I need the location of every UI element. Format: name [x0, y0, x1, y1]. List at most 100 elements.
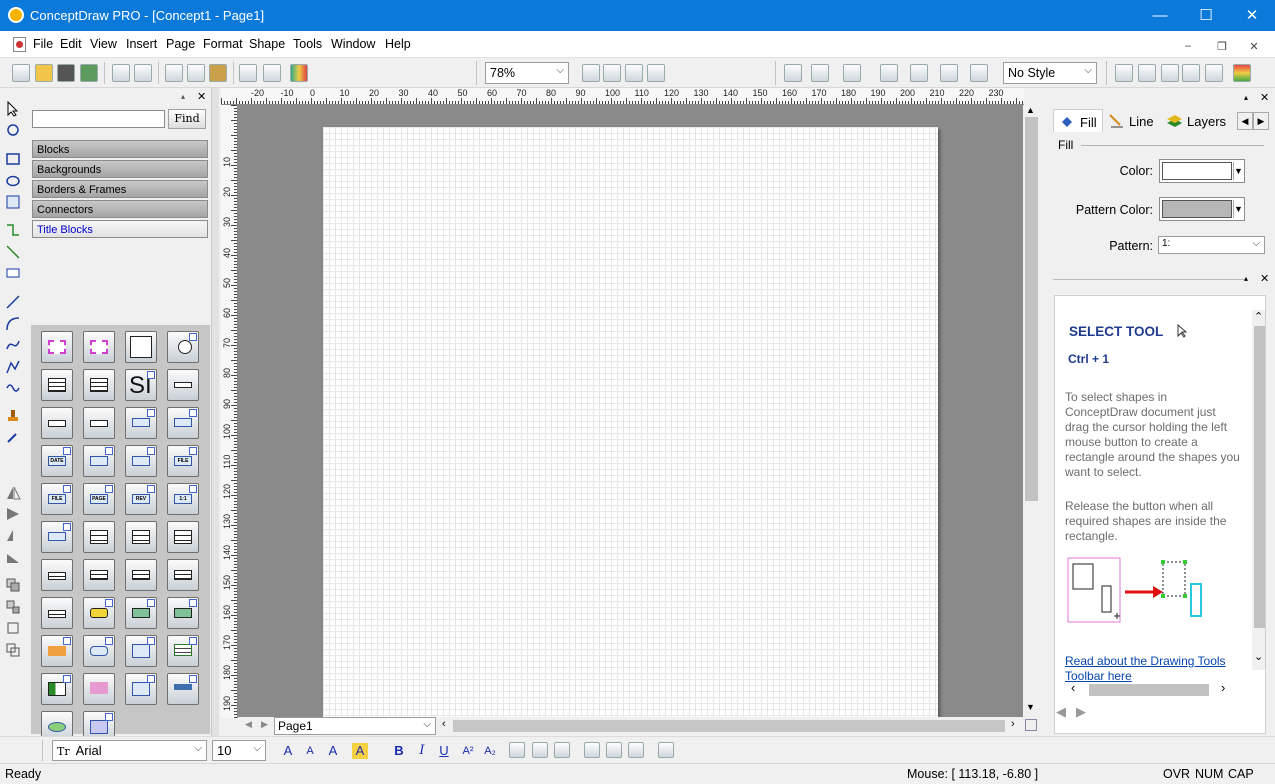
- chevron-right-icon[interactable]: ›: [1011, 718, 1015, 730]
- shape-tile[interactable]: [83, 597, 115, 629]
- zoom-in-icon[interactable]: [582, 64, 600, 82]
- flip-horizontal-icon[interactable]: [5, 506, 21, 522]
- shape-tile[interactable]: [167, 407, 199, 439]
- align-top-icon[interactable]: [584, 742, 600, 758]
- menu-help[interactable]: Help: [385, 37, 411, 51]
- shape-tile[interactable]: 1:1: [167, 483, 199, 515]
- shape-tile[interactable]: [83, 673, 115, 705]
- undo-icon[interactable]: [239, 64, 257, 82]
- shape-tile[interactable]: [41, 331, 73, 363]
- shape-tile[interactable]: PAGE: [83, 483, 115, 515]
- ungroup-icon[interactable]: [5, 599, 21, 615]
- align-left-icon[interactable]: [509, 742, 525, 758]
- highlight-icon[interactable]: A: [352, 743, 368, 759]
- shape-tile[interactable]: [83, 407, 115, 439]
- align-middle-icon[interactable]: [606, 742, 622, 758]
- chevron-down-icon[interactable]: ▼: [1026, 702, 1035, 712]
- font-size-select[interactable]: 10 ⌵: [212, 740, 266, 761]
- callout-tool-icon[interactable]: [5, 266, 21, 282]
- flip-vertical-icon[interactable]: [5, 485, 21, 501]
- help-forward-icon[interactable]: ▶: [1076, 704, 1086, 720]
- library-category-backgrounds[interactable]: Backgrounds: [32, 160, 208, 178]
- arc-tool-icon[interactable]: [5, 316, 21, 332]
- superscript-button[interactable]: A²: [458, 743, 478, 759]
- shape-tile[interactable]: [83, 559, 115, 591]
- tabs-scroll-right-icon[interactable]: ▶: [1253, 112, 1269, 130]
- bold-button[interactable]: B: [391, 743, 407, 759]
- pattern-color-picker[interactable]: ▼: [1159, 197, 1245, 221]
- tab-layers[interactable]: Layers: [1161, 109, 1237, 133]
- export-image-icon[interactable]: [80, 64, 98, 82]
- save-icon[interactable]: [57, 64, 75, 82]
- library-category-connectors[interactable]: Connectors: [32, 200, 208, 218]
- pattern-select[interactable]: 1: ⌵: [1158, 236, 1265, 254]
- canvas-horizontal-scrollbar-thumb[interactable]: [453, 720, 1005, 732]
- mdi-restore-button[interactable]: ❐: [1212, 40, 1232, 56]
- rotate-right-icon[interactable]: [5, 549, 21, 565]
- chevron-right-icon[interactable]: ›: [1221, 680, 1225, 695]
- subscript-button[interactable]: A₂: [480, 743, 500, 759]
- page-select[interactable]: Page1 ⌵: [274, 717, 436, 735]
- italic-button[interactable]: I: [414, 743, 430, 759]
- shape-tile[interactable]: [41, 597, 73, 629]
- shape-tile[interactable]: [167, 521, 199, 553]
- ellipse-tool-icon[interactable]: [5, 173, 21, 189]
- line-ends-icon[interactable]: [970, 64, 988, 82]
- mdi-close-button[interactable]: ✕: [1244, 40, 1264, 56]
- shape-tile[interactable]: [125, 559, 157, 591]
- font-color-icon[interactable]: A: [325, 743, 341, 759]
- line-dash-icon[interactable]: [940, 64, 958, 82]
- shape-tile[interactable]: [125, 673, 157, 705]
- shape-tile[interactable]: [41, 635, 73, 667]
- pattern-icon[interactable]: [880, 64, 898, 82]
- prev-page-icon[interactable]: ◀: [245, 719, 252, 730]
- shape-tile[interactable]: DATE: [41, 445, 73, 477]
- rotate-icon[interactable]: [5, 122, 21, 138]
- library-category-title-blocks[interactable]: Title Blocks: [32, 220, 208, 238]
- tabs-scroll-left-icon[interactable]: ◀: [1237, 112, 1253, 130]
- font-shrink-icon[interactable]: A: [302, 743, 318, 759]
- maximize-window-button[interactable]: ☐: [1183, 0, 1229, 31]
- close-window-button[interactable]: ✕: [1229, 0, 1275, 31]
- freehand-tool-icon[interactable]: [5, 380, 21, 396]
- scrollbar-thumb[interactable]: [1025, 117, 1038, 501]
- eyedropper-icon[interactable]: [5, 429, 21, 445]
- shape-tile[interactable]: [41, 559, 73, 591]
- drawing-tools-help-link[interactable]: Read about the Drawing Tools Toolbar her…: [1065, 654, 1245, 684]
- line-tool-icon[interactable]: [811, 64, 829, 82]
- snap-icon[interactable]: [1205, 64, 1223, 82]
- zoom-out-icon[interactable]: [603, 64, 621, 82]
- shape-tile[interactable]: [167, 559, 199, 591]
- menu-insert[interactable]: Insert: [126, 37, 157, 51]
- fill-color-picker[interactable]: ▼: [1159, 159, 1245, 183]
- connector-tool-icon[interactable]: [5, 222, 21, 238]
- drawing-page[interactable]: [323, 127, 938, 717]
- print-icon[interactable]: [112, 64, 130, 82]
- panel-splitter[interactable]: [211, 88, 219, 736]
- shadow-tool-icon[interactable]: [843, 64, 861, 82]
- bezier-tool-icon[interactable]: [5, 337, 21, 353]
- rectangle-tool-icon[interactable]: [5, 151, 21, 167]
- shape-tile[interactable]: [125, 635, 157, 667]
- chevron-left-icon[interactable]: ‹: [1071, 680, 1075, 695]
- table-icon[interactable]: [1182, 64, 1200, 82]
- shape-tile[interactable]: [41, 369, 73, 401]
- menu-window[interactable]: Window: [331, 37, 375, 51]
- polyline-tool-icon[interactable]: [5, 359, 21, 375]
- line-tool-icon[interactable]: [5, 294, 21, 310]
- shape-tile[interactable]: [125, 597, 157, 629]
- panel-pin-icon[interactable]: ▴: [1244, 93, 1248, 102]
- chevron-left-icon[interactable]: ‹: [442, 718, 446, 730]
- next-page-icon[interactable]: ▶: [261, 719, 268, 730]
- open-folder-icon[interactable]: [35, 64, 53, 82]
- smart-connector-icon[interactable]: [5, 244, 21, 260]
- chevron-up-icon[interactable]: ▲: [1026, 105, 1035, 115]
- rotate-left-icon[interactable]: [5, 527, 21, 543]
- fill-tool-icon[interactable]: [784, 64, 802, 82]
- shape-tile[interactable]: [83, 369, 115, 401]
- canvas-vertical-scrollbar[interactable]: ▲ ▼: [1023, 105, 1040, 718]
- guides-icon[interactable]: [1161, 64, 1179, 82]
- grid-icon[interactable]: [1138, 64, 1156, 82]
- stamp-tool-icon[interactable]: [5, 407, 21, 423]
- redo-icon[interactable]: [263, 64, 281, 82]
